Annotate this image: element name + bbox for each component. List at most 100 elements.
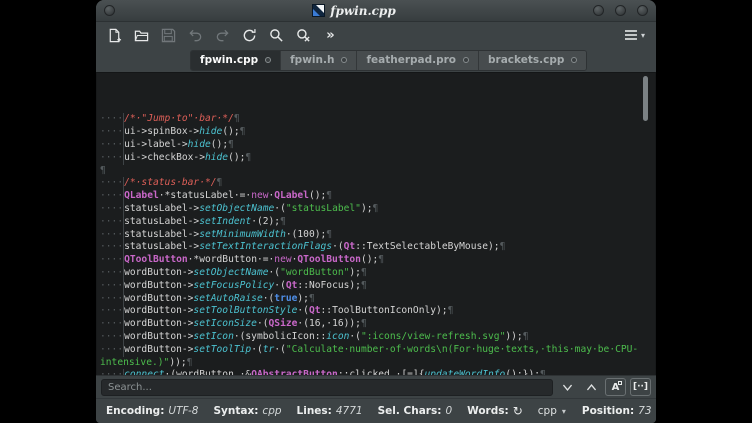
position-label: Position: [582,405,634,417]
status-syntax: Syntax:cpp [213,405,281,417]
code-line: ····ui->spinBox->hide();¶ [100,126,655,139]
match-case-square-icon [618,381,622,385]
titlebar[interactable]: fpwin.cpp [96,0,656,22]
code-line: ····/*·"Jump·to"·bar·*/¶ [100,113,655,126]
more-tools-button[interactable]: » [323,28,338,43]
featherpad-icon [312,4,325,17]
code-line: ····QLabel·*statusLabel·=·new·QLabel();¶ [100,190,655,203]
tab-fpwin.cpp[interactable]: fpwin.cpp [191,51,281,70]
indent-whitespace-marks: ···· [100,254,124,267]
new-file-button[interactable] [107,28,122,43]
status-label: Sel. Chars: [378,405,442,417]
search-input[interactable] [101,379,553,396]
code-line: ····QToolButton·*wordButton·=·new·QToolB… [100,254,655,267]
hamburger-menu-icon [624,29,638,41]
titlebar-center: fpwin.cpp [115,4,593,18]
code-line: intensive.)"));¶ [100,357,655,370]
code-line: ····/*·status·bar·*/¶ [100,177,655,190]
code-line: ····statusLabel->setObjectName·("statusL… [100,203,655,216]
window-controls [593,5,648,16]
code-line: ¶ [100,165,655,178]
tab-bar: fpwin.cpp fpwin.h featherpad.pro brackets.c… [96,48,656,72]
indent-whitespace-marks: ···· [100,177,124,190]
indent-whitespace-marks: ···· [100,203,124,216]
window-menu-button[interactable] [104,5,115,16]
indent-whitespace-marks: ···· [100,241,124,254]
code-editor[interactable]: ····/*·"Jump·to"·bar·*/¶····ui->spinBox-… [96,72,656,375]
indent-whitespace-marks: ···· [100,369,124,375]
status-label: Syntax: [213,405,258,417]
window-title: fpwin.cpp [330,4,395,18]
indent-whitespace-marks: ···· [100,216,124,229]
tab-label: featherpad.pro [366,54,456,66]
save-file-button [161,28,176,43]
indent-whitespace-marks: ···· [100,152,124,165]
close-tab-icon[interactable] [463,57,469,63]
status-value: 0 [445,405,452,417]
status-position: Position: 73 [582,405,652,417]
vertical-scrollbar[interactable] [643,76,648,121]
status-value: UTF-8 [168,405,198,417]
find-next-button[interactable] [557,379,577,396]
status-sel-chars: Sel. Chars:0 [378,405,453,417]
dropdown-caret-icon: ▾ [562,407,566,416]
code-line: ····ui->label->hide();¶ [100,139,655,152]
code-line: ····wordButton->setObjectName·("wordButt… [100,267,655,280]
whole-words-button[interactable]: [··] [630,378,651,396]
close-button[interactable] [637,5,648,16]
code-line: ····statusLabel->setIndent·(2);¶ [100,216,655,229]
code-line: ····wordButton->setAutoRaise·(true);¶ [100,293,655,306]
featherpad-window: fpwin.cpp » ▾ fpwin.cpp fpwin.h featherpad… [96,0,656,423]
code-line: ····wordButton->setToolTip·(tr·("Calcula… [100,344,655,357]
status-bar: Encoding:UTF-8Syntax:cppLines:4771Sel. C… [96,398,656,423]
code-line: ····connect·(wordButton,·&QAbstractButto… [100,369,655,375]
search-and-replace-button[interactable] [296,28,311,43]
syntax-selector[interactable]: cpp ▾ [538,405,566,417]
find-previous-button[interactable] [581,379,601,396]
status-label: Lines: [297,405,332,417]
minimize-button[interactable] [593,5,604,16]
undo-button [188,28,203,43]
indent-whitespace-marks: ···· [100,305,124,318]
tab-fpwin.h[interactable]: fpwin.h [281,51,357,70]
open-file-button[interactable] [134,28,149,43]
tab-label: fpwin.cpp [200,54,258,66]
code-line: ····wordButton->setIcon·(symbolicIcon::i… [100,331,655,344]
close-tab-icon[interactable] [571,57,577,63]
reload-button[interactable] [242,28,257,43]
code-line: ····wordButton->setFocusPolicy·(Qt::NoFo… [100,280,655,293]
tab-label: brackets.cpp [488,54,564,66]
status-value: 4771 [336,405,363,417]
indent-whitespace-marks: ···· [100,139,124,152]
position-value: 73 [638,405,651,417]
search-bar: A [··] [96,375,656,398]
code-line: ····statusLabel->setMinimumWidth·(100);¶ [100,229,655,242]
status-lines: Lines: 4771 [297,405,363,417]
whole-words-icon: [··] [633,382,648,392]
tab-brackets.cpp[interactable]: brackets.cpp [479,51,586,70]
indent-whitespace-marks: ···· [100,126,124,139]
code-line: ····ui->checkBox->hide();¶ [100,152,655,165]
syntax-selector-value: cpp [538,405,557,417]
status-encoding: Encoding:UTF-8 [106,405,198,417]
word-count-refresh-icon[interactable]: ↻ [513,405,523,417]
close-tab-icon[interactable] [265,57,271,63]
status-label: Words: [467,405,509,417]
maximize-button[interactable] [615,5,626,16]
indent-whitespace-marks: ···· [100,113,124,126]
close-tab-icon[interactable] [341,57,347,63]
indent-whitespace-marks: ···· [100,267,124,280]
menu-caret-icon: ▾ [641,31,645,40]
tab-label: fpwin.h [290,54,334,66]
tab-featherpad.pro[interactable]: featherpad.pro [357,51,479,70]
indent-whitespace-marks: ···· [100,190,124,203]
status-words: Words: ↻ [467,405,523,417]
match-case-button[interactable]: A [605,378,626,396]
indent-whitespace-marks: ···· [100,293,124,306]
main-menu-button[interactable]: ▾ [624,29,645,41]
code-line: ····wordButton->setToolButtonStyle·(Qt::… [100,305,655,318]
indent-whitespace-marks: ···· [100,318,124,331]
search-button[interactable] [269,28,284,43]
tab-strip: fpwin.cpp fpwin.h featherpad.pro brackets.c… [190,50,587,71]
status-bar-right: cpp ▾ Position: 73 [538,405,652,417]
